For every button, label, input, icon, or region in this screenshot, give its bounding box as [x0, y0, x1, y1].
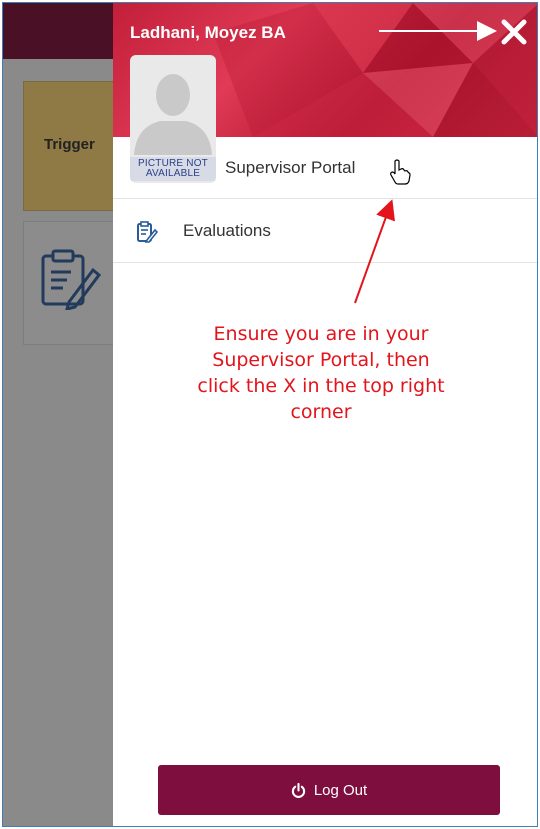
annotation-line: corner: [290, 401, 352, 423]
screenshot-frame: Trigger Ladhani, Moyez BA PICTURE NOT AV…: [2, 2, 538, 827]
trigger-tile-label: Trigger: [44, 136, 95, 153]
annotation-line: Supervisor Portal, then: [212, 349, 430, 371]
user-name: Ladhani, Moyez BA: [130, 23, 286, 42]
instruction-annotation: Ensure you are in your Supervisor Portal…: [161, 321, 481, 425]
hand-pointer-cursor-icon: [390, 159, 411, 185]
annotation-line: click the X in the top right: [197, 375, 445, 397]
evaluations-clipboard-icon: [137, 221, 158, 243]
user-side-panel: Ladhani, Moyez BA PICTURE NOT AVAILABLE …: [113, 3, 537, 826]
power-icon: [291, 782, 305, 798]
current-portal-row[interactable]: Supervisor Portal: [113, 137, 537, 199]
clipboard-edit-icon: [41, 249, 101, 310]
log-out-button[interactable]: Log Out: [158, 765, 500, 815]
log-out-label: Log Out: [313, 781, 368, 799]
menu-item-label: Evaluations: [183, 221, 271, 240]
portal-name: Supervisor Portal: [225, 158, 356, 177]
menu-item-evaluations[interactable]: Evaluations: [113, 199, 537, 263]
close-x-icon[interactable]: [499, 17, 529, 47]
annotation-line: Ensure you are in your: [213, 323, 429, 345]
